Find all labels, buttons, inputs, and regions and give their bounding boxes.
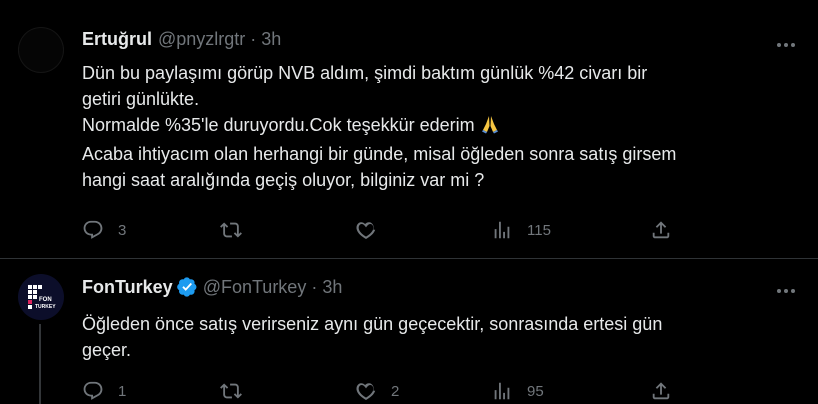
logo-text-turkey: TURKEY bbox=[35, 304, 56, 310]
verified-badge-icon[interactable] bbox=[176, 277, 197, 297]
tweet[interactable]: Ertuğrul @pnyzlrgtr · 3h Dün bu paylaşım… bbox=[0, 0, 818, 259]
tweet-text-segment: Normalde %35'le duruyordu.Cok teşekkür e… bbox=[82, 115, 475, 135]
share-icon bbox=[652, 221, 670, 239]
separator-dot: · bbox=[250, 29, 257, 49]
tweet-header: Ertuğrul @pnyzlrgtr · 3h bbox=[82, 28, 281, 50]
reply-icon bbox=[83, 381, 103, 400]
author-name[interactable]: Ertuğrul bbox=[82, 28, 152, 50]
tweet-text-line: Acaba ihtiyacım olan herhangi bir günde,… bbox=[82, 144, 677, 164]
avatar[interactable] bbox=[18, 27, 64, 73]
like-button[interactable]: 2 bbox=[355, 379, 399, 403]
reply-button[interactable]: 3 bbox=[82, 218, 126, 242]
view-count: 95 bbox=[527, 382, 544, 400]
analytics-icon bbox=[494, 382, 510, 400]
analytics-icon bbox=[494, 221, 510, 239]
tweet-text-line: getiri günlükte. bbox=[82, 89, 200, 109]
action-bar: 3 115 bbox=[82, 218, 682, 242]
author-handle[interactable]: @pnyzlrgtr bbox=[158, 28, 245, 50]
tweet-text: Dün bu paylaşımı görüp NVB aldım, şimdi … bbox=[82, 60, 782, 193]
views-button[interactable]: 95 bbox=[491, 379, 544, 403]
retweet-icon bbox=[220, 222, 242, 238]
author-name[interactable]: FonTurkey bbox=[82, 276, 173, 298]
like-count: 2 bbox=[391, 382, 400, 400]
retweet-icon bbox=[220, 383, 242, 399]
tweet-text: Öğleden önce satış verirseniz aynı gün g… bbox=[82, 311, 782, 363]
author-handle[interactable]: @FonTurkey bbox=[203, 276, 307, 298]
tweet[interactable]: FON TURKEY FonTurkey @FonTurkey · 3h Öğl… bbox=[0, 259, 818, 404]
more-options-icon[interactable] bbox=[774, 33, 798, 57]
logo-text-fon: FON bbox=[39, 297, 52, 303]
tweet-text-line: Dün bu paylaşımı görüp NVB aldım, şimdi … bbox=[82, 63, 648, 83]
retweet-button[interactable] bbox=[220, 218, 256, 242]
share-icon bbox=[652, 382, 670, 400]
timestamp[interactable]: 3h bbox=[322, 276, 342, 298]
reply-count: 3 bbox=[118, 221, 127, 239]
tweet-text-line: Normalde %35'le duruyordu.Cok teşekkür e… bbox=[82, 112, 782, 141]
tweet-text-line: hangi saat aralığında geçiş oluyor, bilg… bbox=[82, 170, 485, 190]
action-bar: 1 2 95 bbox=[82, 379, 682, 403]
separator-dot: · bbox=[311, 277, 318, 297]
tweet-header: FonTurkey @FonTurkey · 3h bbox=[82, 276, 342, 298]
views-button[interactable]: 115 bbox=[491, 218, 551, 242]
tweet-text-line: Öğleden önce satış verirseniz aynı gün g… bbox=[82, 314, 663, 334]
view-count: 115 bbox=[527, 221, 551, 239]
heart-icon bbox=[356, 222, 376, 239]
folded-hands-icon bbox=[480, 114, 500, 141]
timestamp[interactable]: 3h bbox=[261, 28, 281, 50]
avatar[interactable]: FON TURKEY bbox=[18, 274, 64, 320]
reply-icon bbox=[83, 220, 103, 239]
share-button[interactable] bbox=[650, 379, 672, 403]
retweet-button[interactable] bbox=[220, 379, 256, 403]
fonturkey-logo-icon: FON TURKEY bbox=[28, 285, 56, 310]
more-options-icon[interactable] bbox=[774, 279, 798, 303]
thread-line bbox=[39, 324, 41, 404]
reply-count: 1 bbox=[118, 382, 127, 400]
tweet-text-line: geçer. bbox=[82, 340, 132, 360]
heart-icon bbox=[356, 383, 376, 400]
like-button[interactable] bbox=[355, 218, 391, 242]
share-button[interactable] bbox=[650, 218, 672, 242]
reply-button[interactable]: 1 bbox=[82, 379, 126, 403]
